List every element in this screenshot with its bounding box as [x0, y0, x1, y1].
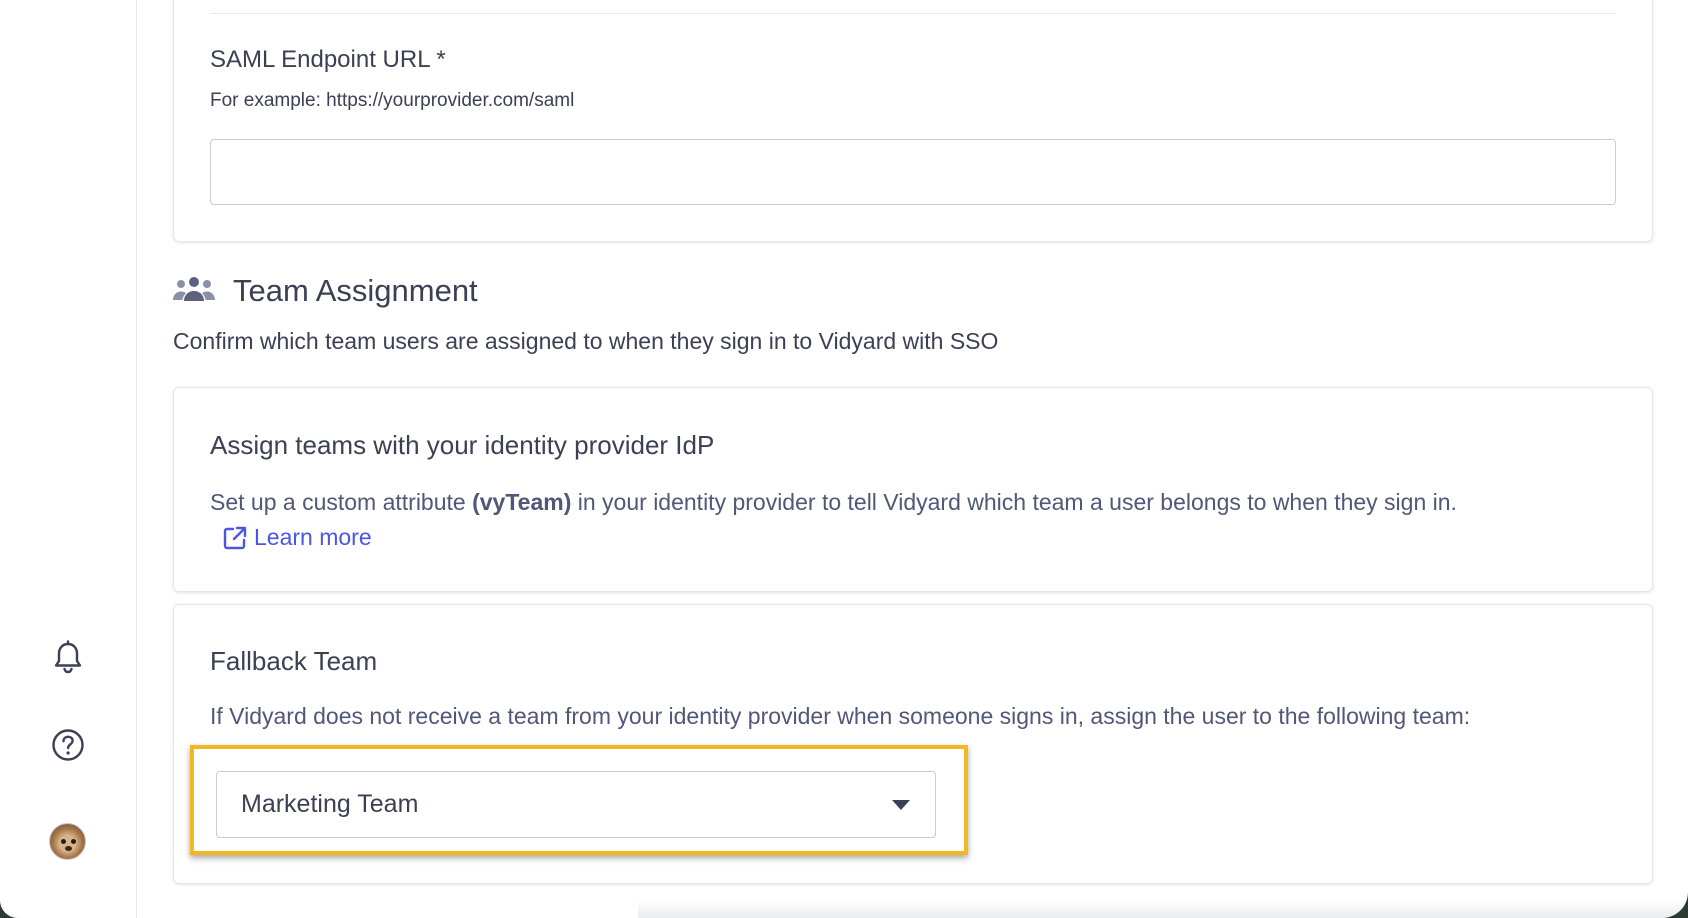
team-users-icon — [173, 273, 215, 309]
idp-card-description: Set up a custom attribute (vyTeam) in yo… — [210, 489, 1457, 516]
fallback-card-description: If Vidyard does not receive a team from … — [210, 703, 1471, 729]
section-title: Team Assignment — [233, 273, 478, 308]
divider — [210, 13, 1616, 14]
idp-text-after: in your identity provider to tell Vidyar… — [571, 489, 1457, 515]
avatar[interactable] — [49, 823, 86, 860]
bell-icon[interactable] — [50, 640, 86, 676]
saml-endpoint-hint: For example: https://yourprovider.com/sa… — [210, 90, 575, 111]
left-sidebar — [0, 0, 137, 918]
external-link-icon — [222, 525, 248, 551]
app-window: SAML Endpoint URL * For example: https:/… — [0, 0, 1688, 918]
idp-card-title: Assign teams with your identity provider… — [210, 430, 715, 460]
saml-endpoint-input[interactable] — [210, 139, 1616, 205]
attribute-name: (vyTeam) — [472, 489, 572, 515]
help-icon[interactable] — [50, 727, 86, 763]
selected-team-value: Marketing Team — [241, 790, 419, 818]
bottom-fade — [638, 900, 1688, 918]
section-subtitle: Confirm which team users are assigned to… — [173, 328, 999, 354]
learn-more-link[interactable]: Learn more — [222, 524, 372, 551]
saml-card: SAML Endpoint URL * For example: https:/… — [173, 0, 1653, 242]
fallback-card-title: Fallback Team — [210, 646, 378, 676]
team-assignment-header: Team Assignment — [173, 273, 478, 309]
saml-endpoint-label: SAML Endpoint URL * — [210, 46, 446, 73]
idp-text-before: Set up a custom attribute — [210, 489, 473, 515]
learn-more-label: Learn more — [254, 524, 372, 550]
idp-card: Assign teams with your identity provider… — [173, 387, 1653, 592]
caret-down-icon — [891, 799, 911, 811]
fallback-team-select[interactable]: Marketing Team — [216, 771, 936, 838]
